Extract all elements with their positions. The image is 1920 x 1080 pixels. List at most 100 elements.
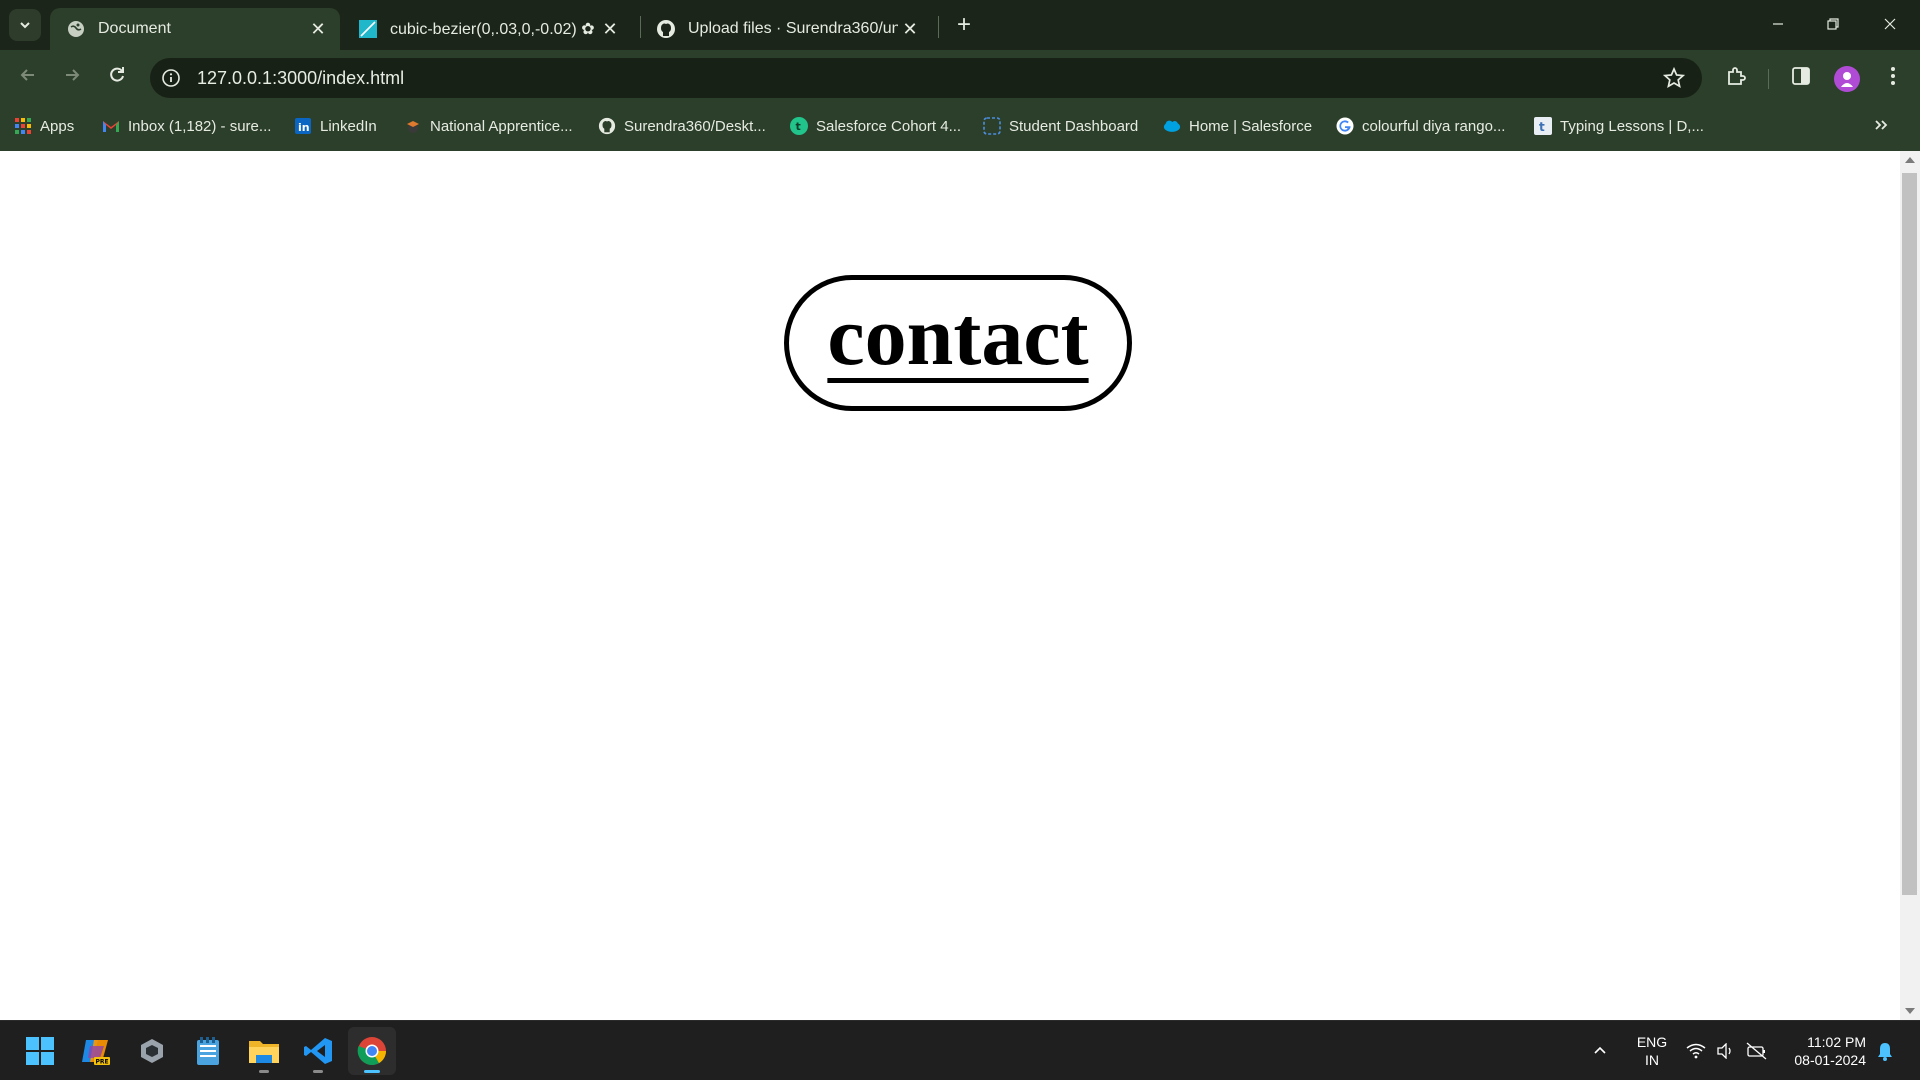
svg-text:in: in — [298, 121, 310, 134]
address-bar[interactable]: 127.0.0.1:3000/index.html — [150, 58, 1702, 98]
close-icon — [1884, 18, 1896, 30]
start-button[interactable] — [16, 1027, 64, 1075]
site-info-icon[interactable] — [160, 67, 182, 89]
contact-button[interactable]: contact — [784, 275, 1132, 411]
scroll-up-arrow-icon[interactable] — [1905, 157, 1915, 163]
back-button[interactable] — [12, 59, 44, 91]
restore-button[interactable] — [1813, 8, 1853, 40]
back-arrow-icon — [20, 69, 34, 81]
bell-icon — [1878, 1043, 1892, 1061]
chrome-icon — [357, 1037, 386, 1065]
bookmark-star-icon[interactable] — [1662, 66, 1686, 90]
new-tab-button[interactable]: + — [950, 12, 978, 40]
copilot-button[interactable]: PRE — [72, 1027, 120, 1075]
running-indicator — [259, 1070, 269, 1073]
chevron-down-icon — [20, 22, 30, 29]
system-clock[interactable]: 11:02 PM 08-01-2024 — [1782, 1033, 1866, 1069]
chevron-up-icon — [1594, 1046, 1606, 1054]
bookmark-gmail[interactable]: Inbox (1,182) - sure... — [102, 114, 271, 138]
bookmark-linkedin[interactable]: in LinkedIn — [294, 114, 377, 138]
minimize-button[interactable] — [1758, 8, 1798, 40]
tab-document[interactable]: Document ✕ — [50, 8, 340, 50]
tab-title: Document — [98, 20, 171, 37]
profile-avatar[interactable] — [1834, 66, 1860, 92]
vertical-scrollbar[interactable] — [1900, 151, 1920, 1020]
bookmark-salesforce-cohort[interactable]: t Salesforce Cohort 4... — [790, 114, 961, 138]
file-explorer-icon — [249, 1041, 279, 1063]
forward-arrow-icon — [66, 69, 80, 81]
apprentice-icon — [404, 117, 422, 135]
taskbar-app[interactable] — [128, 1027, 176, 1075]
close-tab-icon[interactable]: ✕ — [306, 17, 330, 41]
wifi-icon — [1686, 1043, 1706, 1059]
wifi-button[interactable] — [1686, 1021, 1706, 1080]
tab-separator — [938, 16, 939, 38]
scrollbar-thumb[interactable] — [1902, 173, 1917, 895]
talent-icon: t — [790, 117, 808, 135]
github-icon — [656, 19, 676, 39]
url-text[interactable]: 127.0.0.1:3000/index.html — [197, 68, 404, 89]
notepad-button[interactable] — [184, 1027, 232, 1075]
page-viewport: contact — [0, 151, 1900, 1020]
browser-chrome: Document ✕ cubic-bezier(0,.03,0,-0.02) ✿… — [0, 0, 1920, 151]
tab-upload-files[interactable]: Upload files · Surendra360/unde ✕ — [640, 8, 932, 50]
bookmark-label: Surendra360/Deskt... — [624, 117, 766, 135]
bookmarks-overflow-icon[interactable] — [1868, 112, 1894, 138]
avatar-icon — [1841, 72, 1853, 87]
chrome-button[interactable] — [348, 1027, 396, 1075]
bookmark-home-salesforce[interactable]: Home | Salesforce — [1163, 114, 1312, 138]
vscode-icon — [304, 1038, 332, 1064]
bookmark-national-apprentice[interactable]: National Apprentice... — [404, 114, 573, 138]
bookmark-student-dashboard[interactable]: Student Dashboard — [983, 114, 1138, 138]
volume-button[interactable] — [1716, 1021, 1736, 1080]
extensions-icon[interactable] — [1723, 63, 1749, 89]
dashboard-icon — [983, 117, 1001, 135]
tab-search-button[interactable] — [9, 9, 41, 41]
globe-icon — [66, 19, 86, 39]
taskbar: PRE ENG IN 11:02 PM 08-01-2024 — [0, 1020, 1920, 1080]
file-explorer-button[interactable] — [240, 1027, 288, 1075]
salesforce-icon — [1163, 117, 1181, 135]
bookmark-google-search[interactable]: colourful diya rango... — [1336, 114, 1505, 138]
bookmark-label: colourful diya rango... — [1362, 117, 1506, 135]
scroll-down-arrow-icon[interactable] — [1905, 1008, 1915, 1014]
notepad-icon — [197, 1037, 219, 1065]
tab-title: cubic-bezier(0,.03,0,-0.02) ✿ cu — [390, 21, 598, 38]
vscode-button[interactable] — [294, 1027, 342, 1075]
active-indicator — [364, 1070, 380, 1073]
apps-grid-icon — [14, 117, 32, 135]
kebab-menu-icon[interactable] — [1880, 63, 1906, 89]
language-indicator[interactable]: ENG IN — [1632, 1033, 1672, 1069]
app-icon — [141, 1039, 163, 1063]
running-indicator — [313, 1070, 323, 1073]
bookmark-label: Inbox (1,182) - sure... — [128, 117, 272, 135]
battery-button[interactable] — [1746, 1021, 1768, 1080]
close-tab-icon[interactable]: ✕ — [598, 17, 622, 41]
close-tab-icon[interactable]: ✕ — [898, 17, 922, 41]
tab-strip: Document ✕ cubic-bezier(0,.03,0,-0.02) ✿… — [0, 0, 1920, 50]
bookmarks-bar: Apps Inbox (1,182) - sure... in LinkedIn… — [0, 100, 1920, 151]
start-icon — [26, 1037, 54, 1065]
bookmark-label: Typing Lessons | D,... — [1560, 117, 1704, 135]
forward-button[interactable] — [56, 59, 88, 91]
language-code: ENG — [1636, 1034, 1668, 1050]
tray-overflow-button[interactable] — [1592, 1021, 1608, 1080]
tab-cubic-bezier[interactable]: cubic-bezier(0,.03,0,-0.02) ✿ cu ✕ — [342, 8, 632, 50]
bookmark-label: Salesforce Cohort 4... — [816, 117, 962, 135]
bookmark-apps[interactable]: Apps — [14, 114, 74, 138]
reload-button[interactable] — [101, 59, 133, 91]
close-window-button[interactable] — [1870, 8, 1910, 40]
volume-icon — [1717, 1043, 1731, 1059]
bookmark-label: Home | Salesforce — [1189, 117, 1313, 135]
restore-icon — [1827, 18, 1839, 30]
bookmark-typing-lessons[interactable]: t Typing Lessons | D,... — [1534, 114, 1704, 138]
bookmark-github[interactable]: Surendra360/Deskt... — [598, 114, 766, 138]
clock-time: 11:02 PM — [1807, 1034, 1866, 1050]
contact-label: contact — [827, 290, 1089, 383]
notifications-button[interactable] — [1876, 1021, 1894, 1080]
minimize-icon — [1773, 23, 1783, 25]
side-panel-icon[interactable] — [1788, 63, 1814, 89]
cubic-bezier-icon — [358, 19, 378, 39]
clock-date: 08-01-2024 — [1794, 1052, 1866, 1068]
svg-text:t: t — [796, 120, 801, 133]
